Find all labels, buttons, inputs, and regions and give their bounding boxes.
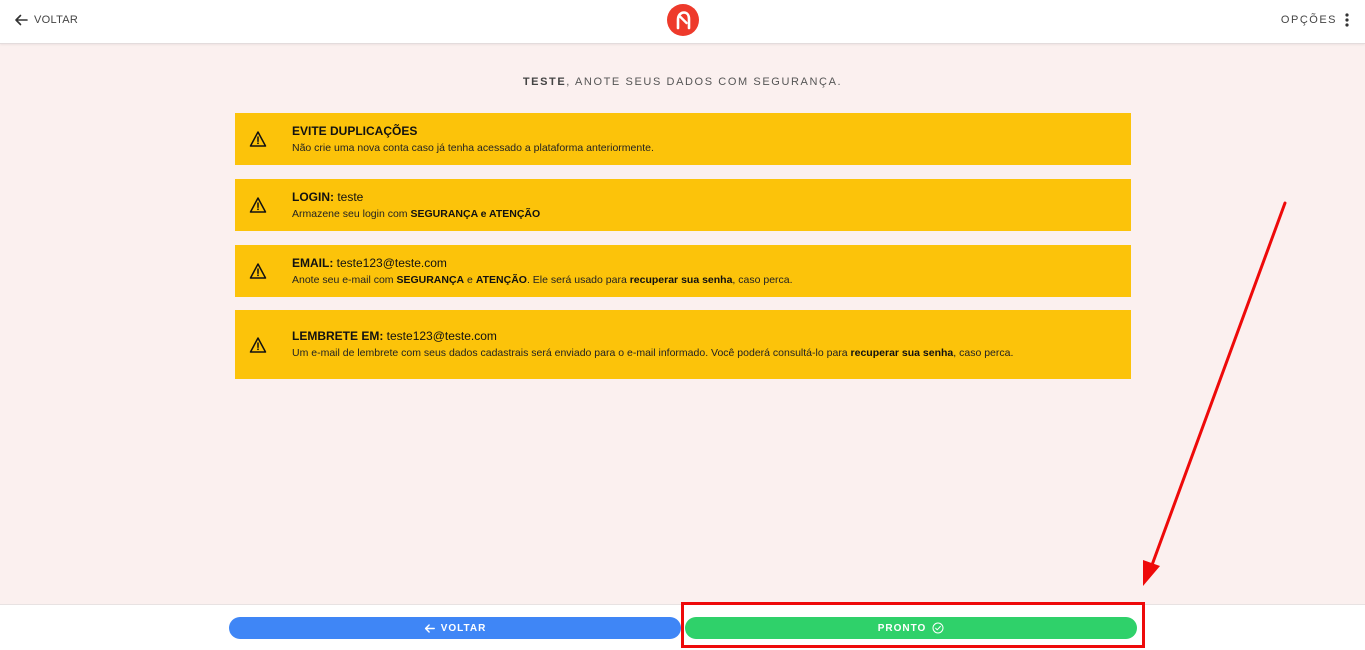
card-title-value: teste bbox=[334, 189, 364, 204]
card-description: Um e-mail de lembrete com seus dados cad… bbox=[292, 345, 1111, 361]
card-description-emphasis: SEGURANÇA bbox=[396, 273, 465, 286]
done-button-label: PRONTO bbox=[877, 622, 927, 634]
options-label: OPÇÕES bbox=[1280, 14, 1337, 26]
heading-text: , ANOTE SEUS DADOS COM SEGURANÇA. bbox=[566, 76, 843, 88]
card-body: LEMBRETE EM: teste123@teste.com Um e-mail… bbox=[292, 328, 1111, 361]
card-title: LOGIN: teste bbox=[292, 189, 1111, 205]
arrow-left-icon bbox=[15, 14, 28, 26]
heading-user: TESTE bbox=[522, 76, 567, 88]
card-title-label: EVITE DUPLICAÇÕES bbox=[292, 123, 418, 138]
arrow-left-icon bbox=[424, 623, 435, 633]
footer-bar: VOLTAR PRONTO bbox=[0, 604, 1365, 650]
card-description-emphasis: SEGURANÇA e ATENÇÃO bbox=[410, 207, 541, 220]
card-description-text: Anote seu e-mail com bbox=[292, 273, 397, 286]
warning-icon bbox=[249, 130, 267, 148]
done-button[interactable]: PRONTO bbox=[685, 617, 1137, 639]
header-back-link[interactable]: VOLTAR bbox=[14, 13, 78, 27]
card-description: Armazene seu login com SEGURANÇA e ATENÇ… bbox=[292, 206, 1111, 222]
card-description-text: Um e-mail de lembrete com seus dados cad… bbox=[292, 347, 851, 359]
card-body: EVITE DUPLICAÇÕES Não crie uma nova conta… bbox=[292, 123, 1111, 156]
back-button-label: VOLTAR bbox=[440, 622, 487, 634]
warning-icon bbox=[249, 336, 267, 354]
card-description-text: Armazene seu login com bbox=[292, 207, 411, 220]
card-description-emphasis: ATENÇÃO bbox=[475, 273, 527, 286]
warning-card-login: LOGIN: teste Armazene seu login com SEGUR… bbox=[235, 179, 1131, 231]
card-description-text: Não crie uma nova conta caso já tenha ac… bbox=[292, 141, 654, 154]
warning-icon bbox=[249, 196, 267, 214]
options-menu[interactable]: OPÇÕES bbox=[1281, 13, 1349, 27]
card-description-text: , caso perca. bbox=[732, 273, 793, 286]
card-description: Anote seu e-mail com SEGURANÇA e ATENÇÃO… bbox=[292, 272, 1111, 288]
card-title-value: teste123@teste.com bbox=[383, 329, 497, 343]
card-description: Não crie uma nova conta caso já tenha ac… bbox=[292, 140, 1111, 156]
card-body: EMAIL: teste123@teste.com Anote seu e-mai… bbox=[292, 255, 1111, 288]
top-bar: VOLTAR OPÇÕES bbox=[0, 0, 1365, 44]
card-title-label: LOGIN: bbox=[292, 189, 334, 204]
card-description-emphasis: recuperar sua senha bbox=[629, 273, 733, 286]
header-back-label: VOLTAR bbox=[34, 14, 79, 26]
logo-mark bbox=[676, 11, 691, 30]
card-title-value: teste123@teste.com bbox=[333, 255, 447, 270]
warning-card-duplicates: EVITE DUPLICAÇÕES Não crie uma nova conta… bbox=[235, 113, 1131, 165]
card-title: EMAIL: teste123@teste.com bbox=[292, 255, 1111, 271]
more-vertical-icon bbox=[1345, 13, 1349, 27]
brand-logo-icon[interactable] bbox=[667, 4, 699, 36]
card-description-emphasis: recuperar sua senha bbox=[850, 347, 954, 359]
card-title-label: LEMBRETE EM: bbox=[292, 329, 384, 343]
card-description-text: , caso perca. bbox=[953, 347, 1014, 359]
check-circle-icon bbox=[932, 622, 944, 634]
card-title: LEMBRETE EM: teste123@teste.com bbox=[292, 328, 1111, 344]
back-button[interactable]: VOLTAR bbox=[229, 617, 681, 639]
page-heading: TESTE, ANOTE SEUS DADOS COM SEGURANÇA. bbox=[0, 76, 1365, 88]
card-title: EVITE DUPLICAÇÕES bbox=[292, 123, 1111, 139]
card-description-text: . Ele será usado para bbox=[526, 273, 630, 286]
warning-icon bbox=[249, 262, 267, 280]
card-description-text: e bbox=[464, 273, 476, 286]
warning-card-email: EMAIL: teste123@teste.com Anote seu e-mai… bbox=[235, 245, 1131, 297]
card-body: LOGIN: teste Armazene seu login com SEGUR… bbox=[292, 189, 1111, 222]
card-title-label: EMAIL: bbox=[292, 255, 334, 270]
warning-card-reminder: LEMBRETE EM: teste123@teste.com Um e-mail… bbox=[235, 310, 1131, 379]
